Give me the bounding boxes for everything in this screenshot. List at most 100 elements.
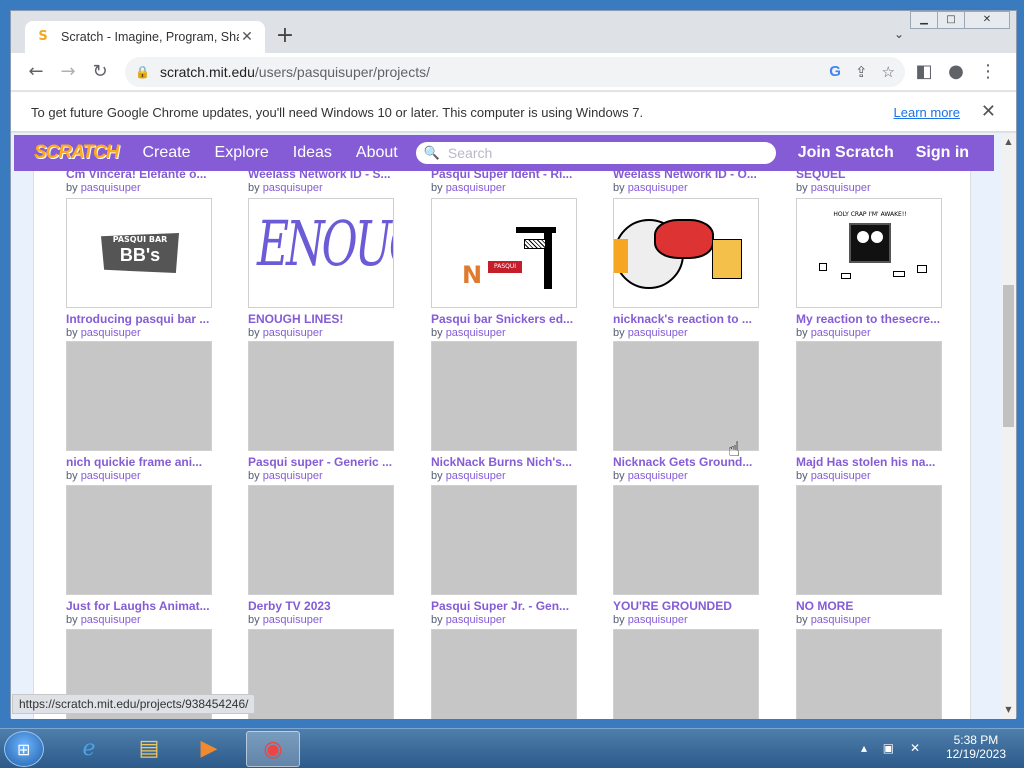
author-link[interactable]: pasquisuper <box>81 182 141 194</box>
window-close-button[interactable]: ✕ <box>964 11 1010 29</box>
project-card[interactable]: Pasqui Super Jr. - Gen... by pasquisuper <box>431 485 577 628</box>
author-link[interactable]: pasquisuper <box>446 327 506 339</box>
project-card-partial[interactable] <box>613 629 759 719</box>
project-thumbnail[interactable]: ENOUGH! <box>248 198 394 308</box>
author-link[interactable]: pasquisuper <box>81 470 141 482</box>
project-title[interactable]: ENOUGH LINES! <box>248 312 394 327</box>
tab-search-chevron-icon[interactable]: ⌄ <box>894 27 904 41</box>
page-scrollbar[interactable]: ▲ ▼ <box>1001 133 1016 719</box>
project-card-partial[interactable]: Cm Vincera! Elefante o... by pasquisuper <box>66 171 212 196</box>
project-thumbnail[interactable]: HOLY CRAP I'M' AWAKE!! <box>796 198 942 308</box>
project-thumbnail[interactable] <box>66 341 212 451</box>
sign-in-button[interactable]: Sign in <box>916 144 969 162</box>
learn-more-link[interactable]: Learn more <box>894 105 960 120</box>
project-title[interactable]: Just for Laughs Animat... <box>66 599 212 614</box>
infobar-close-icon[interactable]: ✕ <box>981 101 996 122</box>
project-card[interactable]: nicknack's reaction to ... by pasquisuper <box>613 198 759 341</box>
project-card[interactable]: Pasqui super - Generic ... by pasquisuper <box>248 341 394 484</box>
project-card-partial[interactable]: Pasqui Super Ident - Ri... by pasquisuper <box>431 171 577 196</box>
project-title[interactable]: Introducing pasqui bar ... <box>66 312 212 327</box>
project-card-partial[interactable]: Weelass Network ID - S... by pasquisuper <box>248 171 394 196</box>
project-card[interactable]: Majd Has stolen his na... by pasquisuper <box>796 341 942 484</box>
minimize-button[interactable]: ▁ <box>910 11 938 29</box>
tab-scratch[interactable]: S Scratch - Imagine, Program, Shar ✕ <box>25 21 265 53</box>
maximize-button[interactable]: □ <box>937 11 965 29</box>
project-thumbnail[interactable]: PASQUI BAR BB's <box>66 198 212 308</box>
author-link[interactable]: pasquisuper <box>811 327 871 339</box>
project-title[interactable]: Derby TV 2023 <box>248 599 394 614</box>
scroll-up-arrow-icon[interactable]: ▲ <box>1001 135 1016 149</box>
project-title[interactable]: Majd Has stolen his na... <box>796 455 942 470</box>
chrome-menu-icon[interactable]: ⋮ <box>975 59 1001 85</box>
project-title[interactable]: NO MORE <box>796 599 942 614</box>
author-link[interactable]: pasquisuper <box>263 614 323 626</box>
project-card[interactable]: Derby TV 2023 by pasquisuper <box>248 485 394 628</box>
project-thumbnail[interactable] <box>431 629 577 719</box>
scroll-down-arrow-icon[interactable]: ▼ <box>1001 703 1016 717</box>
project-thumbnail[interactable]: N PASQUI BAR <box>431 198 577 308</box>
project-thumbnail[interactable] <box>431 341 577 451</box>
project-thumbnail[interactable] <box>248 485 394 595</box>
project-title[interactable]: NickNack Burns Nich's... <box>431 455 577 470</box>
project-thumbnail[interactable] <box>613 341 759 451</box>
project-card[interactable]: NickNack Burns Nich's... by pasquisuper <box>431 341 577 484</box>
project-card[interactable]: Just for Laughs Animat... by pasquisuper <box>66 485 212 628</box>
project-card-partial[interactable] <box>248 629 394 719</box>
search-input[interactable]: 🔍 Search <box>415 142 776 164</box>
file-explorer-icon[interactable]: ▤ <box>122 731 176 767</box>
project-card-partial[interactable]: SEQUEL by pasquisuper <box>796 171 942 196</box>
tray-icons[interactable]: ▴ ▣ ✕ <box>861 741 926 755</box>
project-card[interactable]: nich quickie frame ani... by pasquisuper <box>66 341 212 484</box>
project-title[interactable]: Weelass Network ID - O... <box>613 171 759 182</box>
project-card[interactable]: HOLY CRAP I'M' AWAKE!! My reaction to the… <box>796 198 942 341</box>
project-title[interactable]: YOU'RE GROUNDED <box>613 599 759 614</box>
project-card[interactable]: Nicknack Gets Ground... by pasquisuper <box>613 341 759 484</box>
internet-explorer-icon[interactable]: ℯ <box>62 731 116 767</box>
project-card-partial[interactable] <box>796 629 942 719</box>
address-bar[interactable]: 🔒 scratch.mit.edu/users/pasquisuper/proj… <box>125 57 905 87</box>
author-link[interactable]: pasquisuper <box>811 470 871 482</box>
author-link[interactable]: pasquisuper <box>628 470 688 482</box>
project-card[interactable]: ENOUGH! ENOUGH LINES!by pasquisuper <box>248 198 394 341</box>
project-title[interactable]: Pasqui bar Snickers ed... <box>431 312 577 327</box>
clock[interactable]: 5:38 PM 12/19/2023 <box>946 733 1006 761</box>
project-title[interactable]: Pasqui super - Generic ... <box>248 455 394 470</box>
new-tab-button[interactable]: + <box>273 25 297 49</box>
google-lens-icon[interactable]: G <box>829 63 841 81</box>
project-title[interactable]: My reaction to thesecre... <box>796 312 942 327</box>
forward-arrow-icon[interactable]: → <box>55 59 81 85</box>
project-thumbnail[interactable] <box>613 629 759 719</box>
scratch-logo[interactable]: SCRATCH <box>34 142 119 164</box>
nav-about[interactable]: About <box>356 144 398 162</box>
start-button[interactable]: ⊞ <box>4 731 44 767</box>
project-title[interactable]: Weelass Network ID - S... <box>248 171 394 182</box>
project-thumbnail[interactable] <box>248 341 394 451</box>
profile-avatar-icon[interactable]: ● <box>943 59 969 85</box>
project-title[interactable]: nicknack's reaction to ... <box>613 312 759 327</box>
project-title[interactable]: Pasqui Super Jr. - Gen... <box>431 599 577 614</box>
project-thumbnail[interactable] <box>248 629 394 719</box>
nav-ideas[interactable]: Ideas <box>293 144 332 162</box>
join-scratch-button[interactable]: Join Scratch <box>798 144 894 162</box>
project-card[interactable]: NO MORE by pasquisuper <box>796 485 942 628</box>
project-thumbnail[interactable] <box>796 341 942 451</box>
project-card[interactable]: N PASQUI BAR Pasqui bar Snickers ed... by p… <box>431 198 577 341</box>
author-link[interactable]: pasquisuper <box>628 182 688 194</box>
author-link[interactable]: pasquisuper <box>263 182 323 194</box>
bookmark-star-icon[interactable]: ☆ <box>882 63 895 81</box>
project-thumbnail[interactable] <box>431 485 577 595</box>
project-thumbnail[interactable] <box>796 485 942 595</box>
media-player-icon[interactable]: ▶ <box>182 731 236 767</box>
tab-close-icon[interactable]: ✕ <box>239 29 255 45</box>
author-link[interactable]: pasquisuper <box>628 327 688 339</box>
author-link[interactable]: pasquisuper <box>446 470 506 482</box>
back-arrow-icon[interactable]: ← <box>23 59 49 85</box>
author-link[interactable]: pasquisuper <box>811 614 871 626</box>
project-card[interactable]: YOU'RE GROUNDED by pasquisuper <box>613 485 759 628</box>
share-icon[interactable]: ⇪ <box>855 63 868 81</box>
project-card[interactable]: PASQUI BAR BB's Introducing pasqui bar ...… <box>66 198 212 341</box>
project-thumbnail[interactable] <box>66 485 212 595</box>
scrollbar-thumb[interactable] <box>1003 285 1014 427</box>
author-link[interactable]: pasquisuper <box>628 614 688 626</box>
author-link[interactable]: pasquisuper <box>446 614 506 626</box>
